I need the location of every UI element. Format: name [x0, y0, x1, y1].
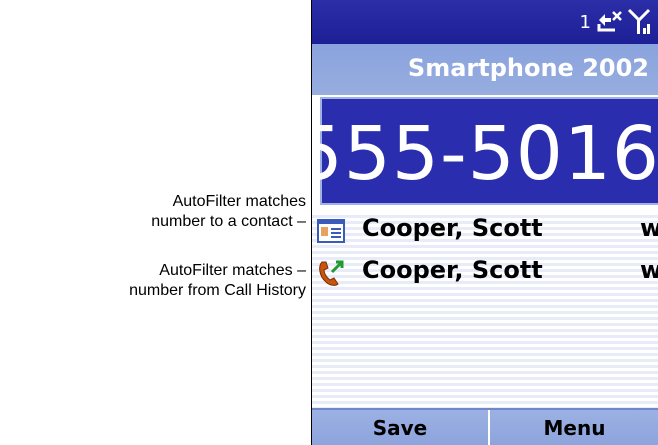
line-number: 1 [579, 12, 591, 33]
autofilter-list: Cooper, Scott w Cooper, Scott w [312, 212, 658, 408]
number-type: w [640, 214, 658, 242]
number-type: w [640, 256, 658, 284]
call-history-icon [319, 260, 344, 286]
app-title: Smartphone 2002 [407, 54, 649, 82]
contact-name: Cooper, Scott [362, 214, 543, 242]
title-bar: Smartphone 2002 [312, 44, 658, 95]
no-sync-icon [597, 11, 622, 32]
phone-screen: 1 Smartphone 2002 555-5016 Cooper, Scott… [311, 0, 658, 445]
callout-line: number to a contact – [151, 213, 306, 230]
contact-card-icon [317, 219, 345, 243]
list-item[interactable]: Cooper, Scott w [312, 254, 658, 290]
softkey-bar: Save Menu [312, 408, 658, 445]
callout-line: number from Call History [129, 282, 306, 299]
save-softkey[interactable]: Save [312, 410, 490, 445]
status-bar: 1 [312, 0, 658, 44]
callout-call-history-match: AutoFilter matches – number from Call Hi… [129, 261, 306, 301]
callout-contact-match: AutoFilter matches number to a contact – [151, 192, 306, 232]
dialed-number-field[interactable]: 555-5016 [312, 97, 658, 205]
menu-softkey[interactable]: Menu [490, 410, 658, 445]
dialed-number: 555-5016 [311, 111, 658, 197]
list-item[interactable]: Cooper, Scott w [312, 212, 658, 248]
callout-line: AutoFilter matches [172, 193, 306, 210]
callout-line: AutoFilter matches – [159, 262, 306, 279]
contact-name: Cooper, Scott [362, 256, 543, 284]
signal-strength-icon [627, 8, 651, 34]
